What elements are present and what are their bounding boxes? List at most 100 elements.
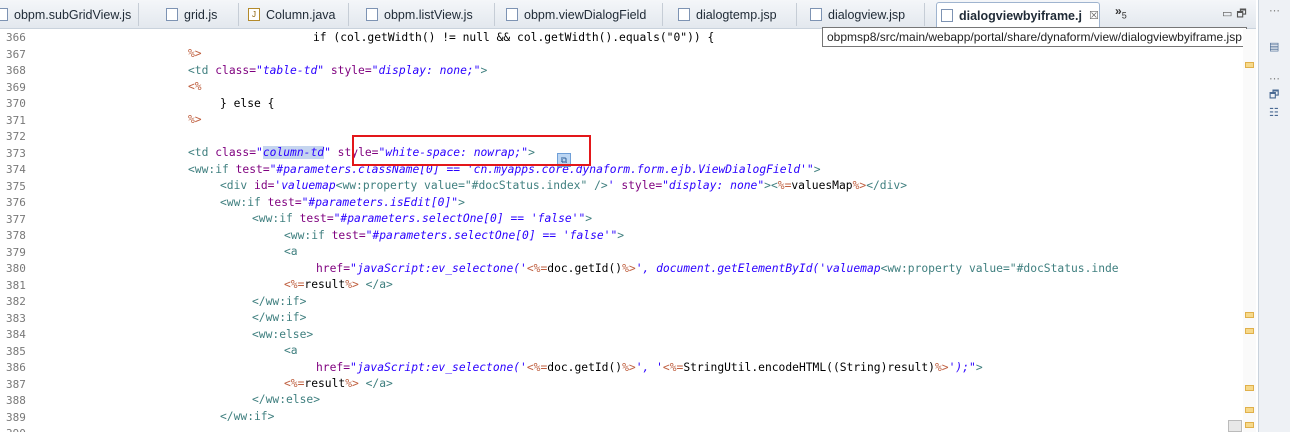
tab-grid-js[interactable]: grid.js (166, 3, 239, 26)
maximize-icon[interactable]: 🗗 (1236, 8, 1250, 20)
line-number: 366 (6, 31, 26, 44)
code-line-379: <a (284, 245, 298, 258)
jsp-file-icon (941, 9, 953, 22)
code-tag: <td (188, 64, 216, 77)
chevron-double-right-icon: » (1115, 4, 1122, 18)
overview-ruler[interactable] (1243, 29, 1256, 432)
line-number: 379 (6, 245, 26, 259)
code-value: "#parameters.selectOne[0] == 'false'" (333, 212, 586, 225)
hierarchy-icon[interactable]: ☷ (1269, 106, 1281, 119)
tab-obpm-subgridview-js[interactable]: obpm.subGridView.js (0, 3, 139, 26)
minimize-icon[interactable]: ▭ (1222, 8, 1236, 20)
tab-dialogviewbyiframe-jsp[interactable]: dialogviewbyiframe.j ☒ (936, 2, 1100, 28)
ruler-marker[interactable] (1245, 328, 1254, 334)
js-file-icon (0, 8, 8, 21)
close-tab-icon[interactable]: ☒ (1089, 9, 1099, 22)
js-file-icon (366, 8, 378, 21)
line-number: 385 (6, 344, 26, 358)
line-number: 390 (6, 427, 26, 432)
code-line-367: %> (188, 47, 202, 60)
code-text: } else { (220, 97, 275, 110)
code-attr: href= (316, 361, 351, 374)
code-line-388: </ww:else> (252, 393, 320, 406)
code-tag: > (458, 196, 465, 209)
code-attr: test= (331, 229, 366, 242)
jsp-delimiter: <%= (526, 361, 548, 374)
restore-icon[interactable]: 🗗 (1269, 86, 1281, 101)
tab-label: dialogtemp.jsp (696, 7, 777, 22)
jsp-delimiter: %= (777, 179, 792, 192)
code-line-384: <ww:else> (252, 328, 313, 341)
line-number: 367 (6, 47, 26, 61)
tab-overflow-button[interactable]: »5 (1115, 4, 1127, 20)
highlight-annotation-box (352, 135, 591, 166)
code-line-371: %> (188, 113, 202, 126)
code-tag: <ww:property value="#docStatus.inde (880, 262, 1119, 275)
line-number: 375 (6, 179, 26, 193)
code-attr: test= (235, 163, 270, 176)
ruler-marker[interactable] (1245, 385, 1254, 391)
code-value: "table-td" (256, 64, 325, 77)
code-tag: > (813, 163, 821, 176)
code-editor[interactable]: 366 367 368 369 370 371 372 373 374 375 376 377 378 3… (0, 29, 1256, 432)
line-number: 387 (6, 377, 26, 391)
scrollbar-thumb[interactable] (1228, 420, 1242, 432)
code-value: "#parameters.isEdit[0]" (301, 196, 459, 209)
code-tag: <td (188, 146, 216, 159)
ruler-marker[interactable] (1245, 407, 1254, 413)
jsp-file-icon (810, 8, 822, 21)
java-file-icon: J (248, 8, 260, 21)
line-number: 388 (6, 394, 26, 407)
code-tag: <ww:if (188, 163, 236, 176)
ruler-marker[interactable] (1245, 422, 1254, 428)
code-value: "javaScript:ev_selectone(' (350, 262, 527, 275)
tab-dialogtemp-jsp[interactable]: dialogtemp.jsp (678, 3, 797, 26)
line-number: 378 (6, 229, 26, 242)
jsp-file-icon (678, 8, 690, 21)
code-value: ', document.getElementById('valuemap (635, 262, 881, 275)
code-tag: >< (764, 179, 778, 192)
right-side-panel: ⋯ ▤ ⋯ 🗗 ☷ (1258, 0, 1290, 432)
tab-dialogview-jsp[interactable]: dialogview.jsp (810, 3, 925, 26)
code-tag: </ww:if> (252, 311, 307, 324)
js-file-icon (166, 8, 178, 21)
code-value: ');" (948, 361, 976, 374)
code-tag: <a (284, 344, 298, 357)
tab-label: dialogview.jsp (828, 7, 906, 22)
ruler-marker[interactable] (1245, 312, 1254, 318)
line-number-gutter: 366 367 368 369 370 371 372 373 374 375 376 377 378 3… (0, 29, 52, 432)
code-text: if (col.getWidth() != null && col.getWid… (313, 31, 715, 44)
code-line-375: <div id='valuemap<ww:property value="#do… (220, 179, 907, 192)
jsp-delimiter: <%= (662, 361, 684, 374)
line-number: 384 (6, 328, 26, 341)
code-line-385: <a (284, 344, 298, 357)
code-tag: <div (220, 179, 255, 192)
code-tag: </a> (358, 377, 393, 390)
tab-label: grid.js (184, 7, 218, 22)
code-value: ' (607, 179, 615, 192)
code-line-389: </ww:if> (220, 410, 274, 423)
highlighted-code-value: column-td (262, 146, 325, 159)
tab-label: obpm.listView.js (384, 7, 473, 22)
code-line-377: <ww:if test="#parameters.selectOne[0] ==… (252, 212, 592, 225)
file-path-tooltip: obpmsp8/src/main/webapp/portal/share/dyn… (822, 27, 1247, 47)
code-value: " (324, 146, 331, 159)
tab-obpm-viewdialogfield[interactable]: obpm.viewDialogField (506, 3, 663, 26)
code-attr: id= (254, 179, 275, 192)
code-text: valuesMap (791, 179, 853, 192)
code-line-380: href="javaScript:ev_selectone('<%=doc.ge… (316, 262, 1119, 275)
tab-column-java[interactable]: J Column.java (248, 3, 349, 26)
code-tag: <ww:else> (252, 328, 314, 341)
jsp-delimiter: %> (852, 179, 867, 192)
ruler-marker[interactable] (1245, 62, 1254, 68)
line-number: 380 (6, 262, 26, 275)
tab-obpm-listview-js[interactable]: obpm.listView.js (366, 3, 495, 26)
outline-icon[interactable]: ▤ (1269, 40, 1281, 53)
code-tag: </a> (358, 278, 393, 291)
tab-label: Column.java (266, 7, 336, 22)
dots-icon: ⋯ (1269, 73, 1280, 85)
code-tag: </ww:if> (220, 410, 275, 423)
line-number: 382 (6, 295, 26, 308)
line-number: 377 (6, 212, 26, 226)
code-text: result (304, 278, 346, 291)
